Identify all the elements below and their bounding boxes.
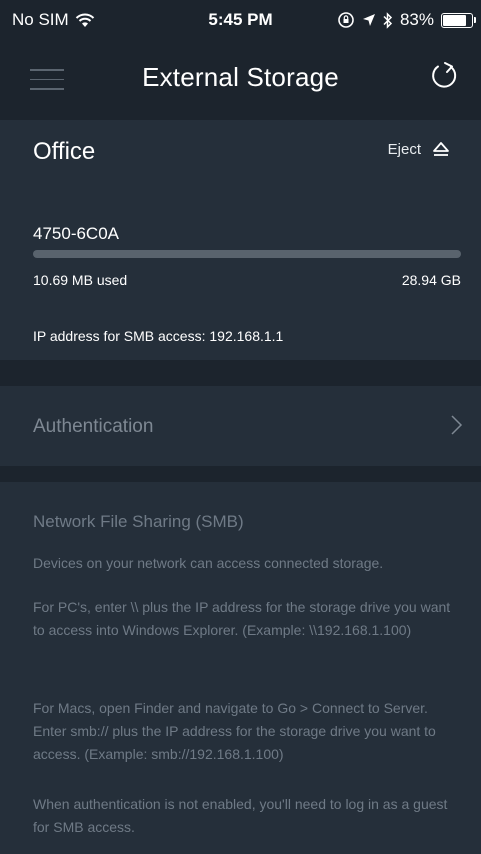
smb-paragraph: When authentication is not enabled, you'… — [33, 796, 448, 835]
storage-total: 28.94 GB — [401, 272, 461, 288]
storage-location-title: Office — [33, 138, 96, 165]
orientation-lock-icon — [338, 12, 354, 28]
smb-paragraph: For Macs, open Finder and navigate to Go… — [33, 700, 436, 762]
authentication-row[interactable]: Authentication — [0, 386, 481, 466]
smb-paragraph: For PC's, enter \\ plus the IP address f… — [33, 599, 451, 638]
smb-paragraph: Devices on your network can access conne… — [33, 555, 384, 571]
eject-button[interactable]: Eject — [388, 140, 451, 158]
smb-info-title: Network File Sharing (SMB) — [33, 512, 244, 531]
battery-level — [443, 14, 466, 26]
eject-label: Eject — [387, 140, 421, 158]
refresh-icon[interactable] — [427, 60, 459, 92]
chevron-right-icon — [451, 415, 463, 435]
storage-used: 10.69 MB used — [33, 272, 128, 288]
eject-icon — [433, 142, 449, 156]
page-title: External Storage — [142, 62, 339, 92]
status-bar: No SIM 5:45 PM 83% — [0, 0, 481, 40]
battery-percent: 83% — [399, 10, 434, 29]
authentication-label: Authentication — [33, 416, 154, 437]
storage-card: Office Eject 4750-6C0A 10.69 MB used 28.… — [0, 120, 481, 360]
nav-header: External Storage — [0, 40, 481, 120]
smb-info-section: Network File Sharing (SMB) Devices on yo… — [0, 482, 481, 854]
battery-icon — [441, 12, 476, 28]
smb-ip-address: IP address for SMB access: 192.168.1.1 — [33, 328, 284, 344]
drive-name: 4750-6C0A — [33, 224, 120, 243]
location-icon — [362, 14, 375, 26]
bluetooth-icon — [383, 11, 393, 29]
storage-usage-bar — [33, 250, 461, 258]
